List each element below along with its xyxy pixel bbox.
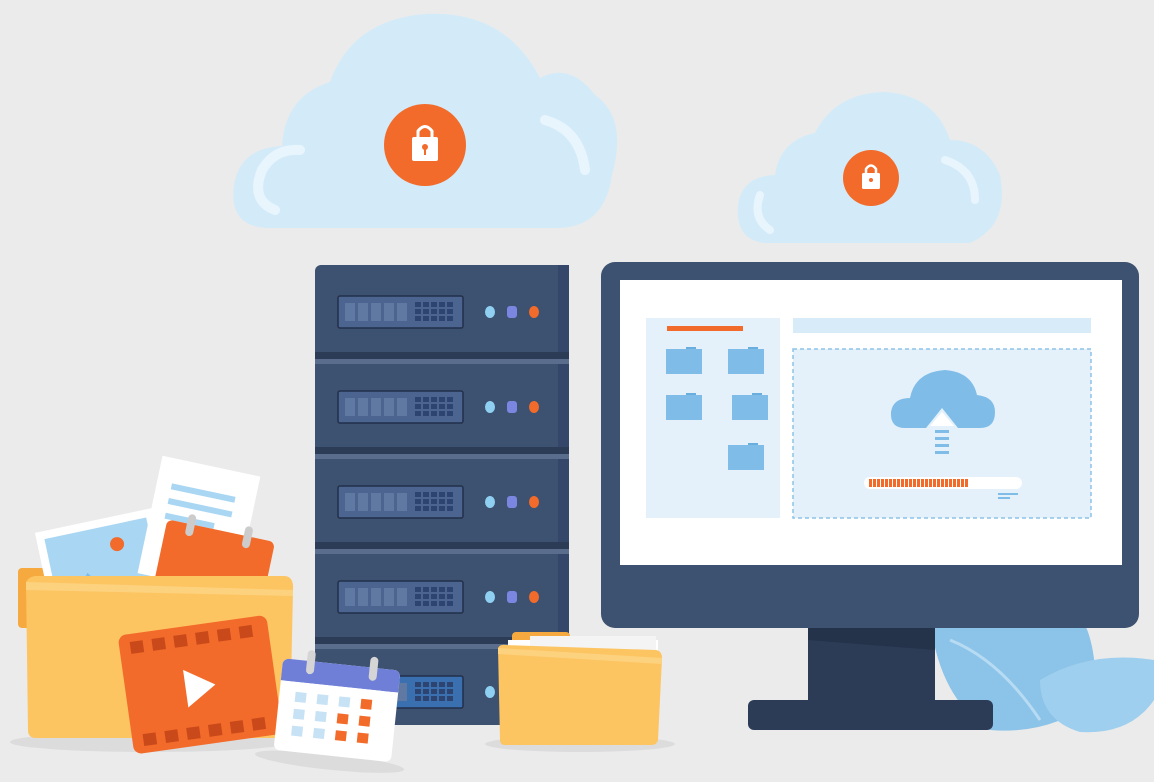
upload-progress-fill: [869, 479, 968, 487]
folder-icon[interactable]: [728, 347, 764, 374]
status-led: [529, 591, 539, 603]
status-led: [485, 306, 495, 318]
status-led: [529, 401, 539, 413]
cloud-right: [737, 92, 1002, 243]
status-led: [507, 496, 517, 508]
folder-icon[interactable]: [728, 443, 764, 470]
status-led: [507, 401, 517, 413]
cloud-left: [233, 13, 618, 229]
server-display: [337, 485, 464, 519]
server-display: [337, 295, 464, 329]
server-display: [337, 390, 464, 424]
status-led: [485, 686, 495, 698]
document-folder: [485, 632, 675, 752]
window-top-bar: [793, 318, 1091, 333]
server-display: [337, 580, 464, 614]
folder-icon[interactable]: [666, 347, 702, 374]
video-clip-icon: [118, 615, 282, 754]
sidebar-header-bar: [667, 326, 743, 331]
status-led: [485, 496, 495, 508]
status-led: [507, 306, 517, 318]
progress-caption-line: [998, 493, 1018, 495]
folder-icon[interactable]: [666, 393, 702, 420]
status-led: [485, 401, 495, 413]
cloud-storage-illustration: [0, 0, 1154, 782]
status-led: [485, 591, 495, 603]
status-led: [529, 496, 539, 508]
progress-caption-line: [998, 497, 1010, 499]
illustration-canvas: [10, 13, 1154, 773]
folder-icon[interactable]: [732, 393, 768, 420]
status-led: [529, 306, 539, 318]
status-led: [507, 591, 517, 603]
